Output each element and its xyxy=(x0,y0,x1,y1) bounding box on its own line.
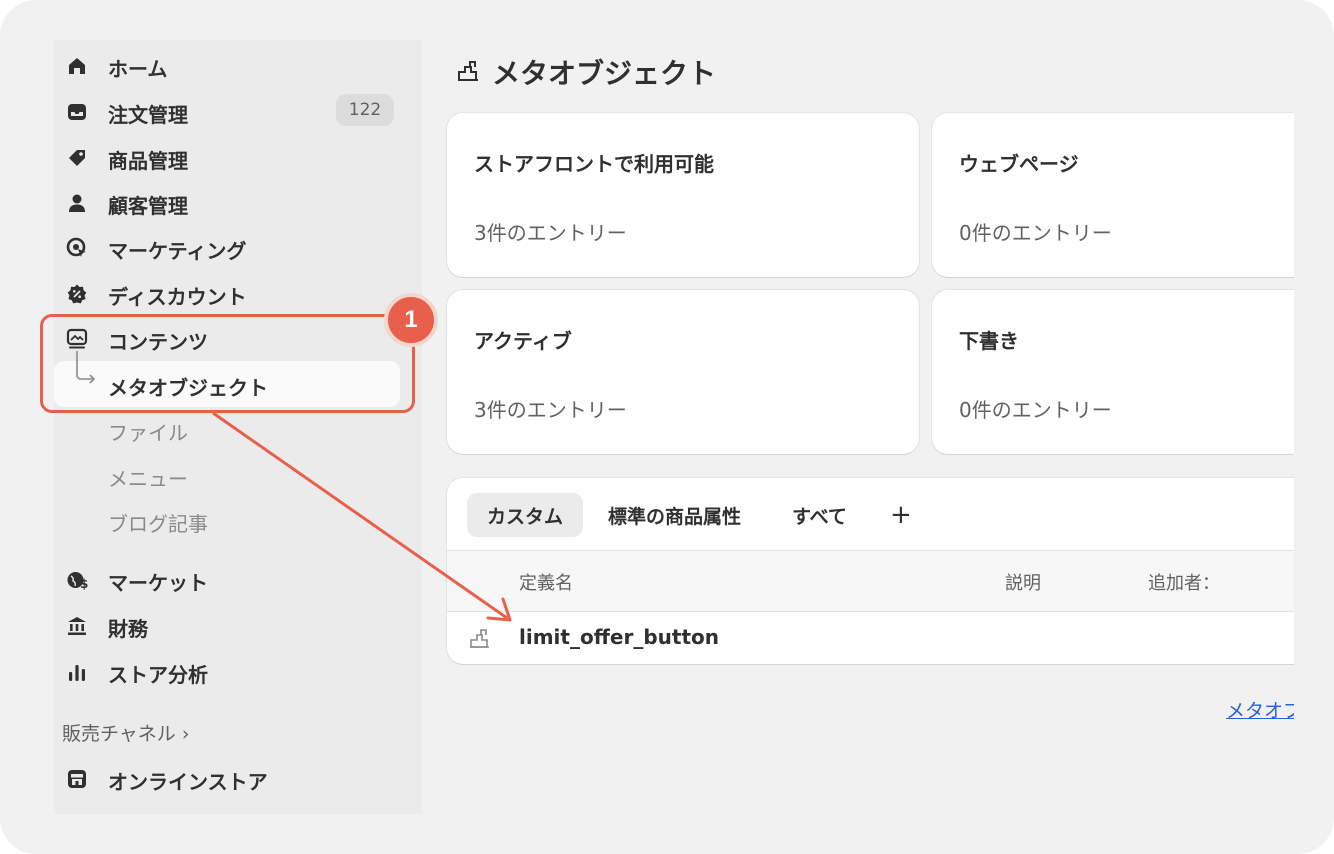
sidebar-item-files[interactable]: ファイル xyxy=(54,408,422,448)
sidebar-item-home[interactable]: ホーム xyxy=(54,44,422,84)
sidebar-item-label: オンラインストア xyxy=(108,770,268,794)
globe-icon: $ xyxy=(67,572,88,591)
sidebar-item-label: 商品管理 xyxy=(108,149,188,173)
sidebar-item-label: ファイル xyxy=(108,421,188,445)
page-title: メタオブジェクト xyxy=(492,57,717,90)
tab-standard-product-attributes[interactable]: 標準の商品属性 xyxy=(608,493,741,537)
store-icon xyxy=(68,770,86,788)
sidebar-item-menus[interactable]: メニュー xyxy=(54,454,422,494)
sidebar-item-marketing[interactable]: マーケティング xyxy=(54,226,422,266)
tab-all[interactable]: すべて xyxy=(792,493,847,537)
metaobject-icon xyxy=(470,629,489,648)
sidebar-item-customers[interactable]: 顧客管理 xyxy=(54,181,422,221)
metaobject-icon xyxy=(458,61,478,81)
sidebar-item-finance[interactable]: 財務 xyxy=(54,604,422,644)
sidebar-item-markets[interactable]: $ マーケット xyxy=(54,558,422,598)
app-frame: ホーム 注文管理 122 商品管理 顧客管理 マーケティング ディスカウント コ… xyxy=(0,0,1334,854)
viewport-edge xyxy=(1294,100,1334,700)
stat-card-active[interactable]: アクティブ 3件のエントリー xyxy=(447,290,919,454)
column-header-description[interactable]: 説明 xyxy=(1005,569,1041,595)
sidebar-item-discounts[interactable]: ディスカウント xyxy=(54,272,422,312)
sidebar-item-online-store[interactable]: オンラインストア xyxy=(54,757,422,797)
person-icon xyxy=(69,194,85,212)
sales-channels-heading[interactable]: 販売チャネル › xyxy=(62,719,189,746)
inbox-icon xyxy=(68,104,86,120)
card-count: 0件のエントリー xyxy=(959,398,1112,422)
sidebar-item-label: マーケット xyxy=(108,571,208,595)
stat-card-webpages[interactable]: ウェブページ 0件のエントリー xyxy=(932,113,1334,277)
add-tab-button[interactable]: + xyxy=(890,493,912,537)
metaobjects-help-link[interactable]: メタオブジェクト xyxy=(1226,696,1294,723)
card-title: アクティブ xyxy=(474,329,572,353)
card-title: ウェブページ xyxy=(959,152,1079,176)
sidebar-item-label: 顧客管理 xyxy=(108,194,188,218)
sidebar-item-label: 財務 xyxy=(108,617,148,641)
sidebar-item-label: 注文管理 xyxy=(108,103,188,127)
step-number-badge: 1 xyxy=(384,293,438,347)
metaobject-definitions-table: カスタム 標準の商品属性 すべて + 定義名 説明 追加者： limit_off… xyxy=(447,478,1334,664)
card-count: 3件のエントリー xyxy=(474,221,627,245)
highlight-box xyxy=(40,314,415,413)
column-header-added-by[interactable]: 追加者： xyxy=(1148,569,1220,595)
sidebar-item-products[interactable]: 商品管理 xyxy=(54,136,422,176)
stat-card-storefront[interactable]: ストアフロントで利用可能 3件のエントリー xyxy=(447,113,919,277)
target-icon xyxy=(66,237,86,257)
sidebar-item-label: マーケティング xyxy=(108,239,247,263)
table-header: 定義名 説明 追加者： xyxy=(447,550,1334,612)
card-count: 0件のエントリー xyxy=(959,221,1112,245)
card-title: 下書き xyxy=(959,329,1019,353)
sidebar-item-label: ディスカウント xyxy=(108,285,247,309)
sidebar-item-blog-posts[interactable]: ブログ記事 xyxy=(54,499,422,539)
home-icon xyxy=(69,58,85,74)
stat-card-draft[interactable]: 下書き 0件のエントリー xyxy=(932,290,1334,454)
sidebar: ホーム 注文管理 122 商品管理 顧客管理 マーケティング ディスカウント コ… xyxy=(54,40,422,814)
bank-icon xyxy=(68,617,86,635)
orders-count-badge: 122 xyxy=(336,94,394,126)
chart-icon xyxy=(69,665,85,681)
sidebar-item-label: ブログ記事 xyxy=(108,512,208,536)
card-count: 3件のエントリー xyxy=(474,398,627,422)
sidebar-item-label: メニュー xyxy=(108,467,188,491)
table-row[interactable]: limit_offer_button xyxy=(519,625,719,649)
sidebar-item-label: ストア分析 xyxy=(108,663,208,687)
discount-icon xyxy=(67,284,87,304)
tag-icon xyxy=(69,150,85,166)
sidebar-item-analytics[interactable]: ストア分析 xyxy=(54,650,422,690)
card-title: ストアフロントで利用可能 xyxy=(474,152,714,176)
column-header-name[interactable]: 定義名 xyxy=(519,569,573,595)
svg-text:$: $ xyxy=(80,577,88,591)
sidebar-item-label: ホーム xyxy=(108,57,168,81)
tab-custom[interactable]: カスタム xyxy=(467,493,584,537)
